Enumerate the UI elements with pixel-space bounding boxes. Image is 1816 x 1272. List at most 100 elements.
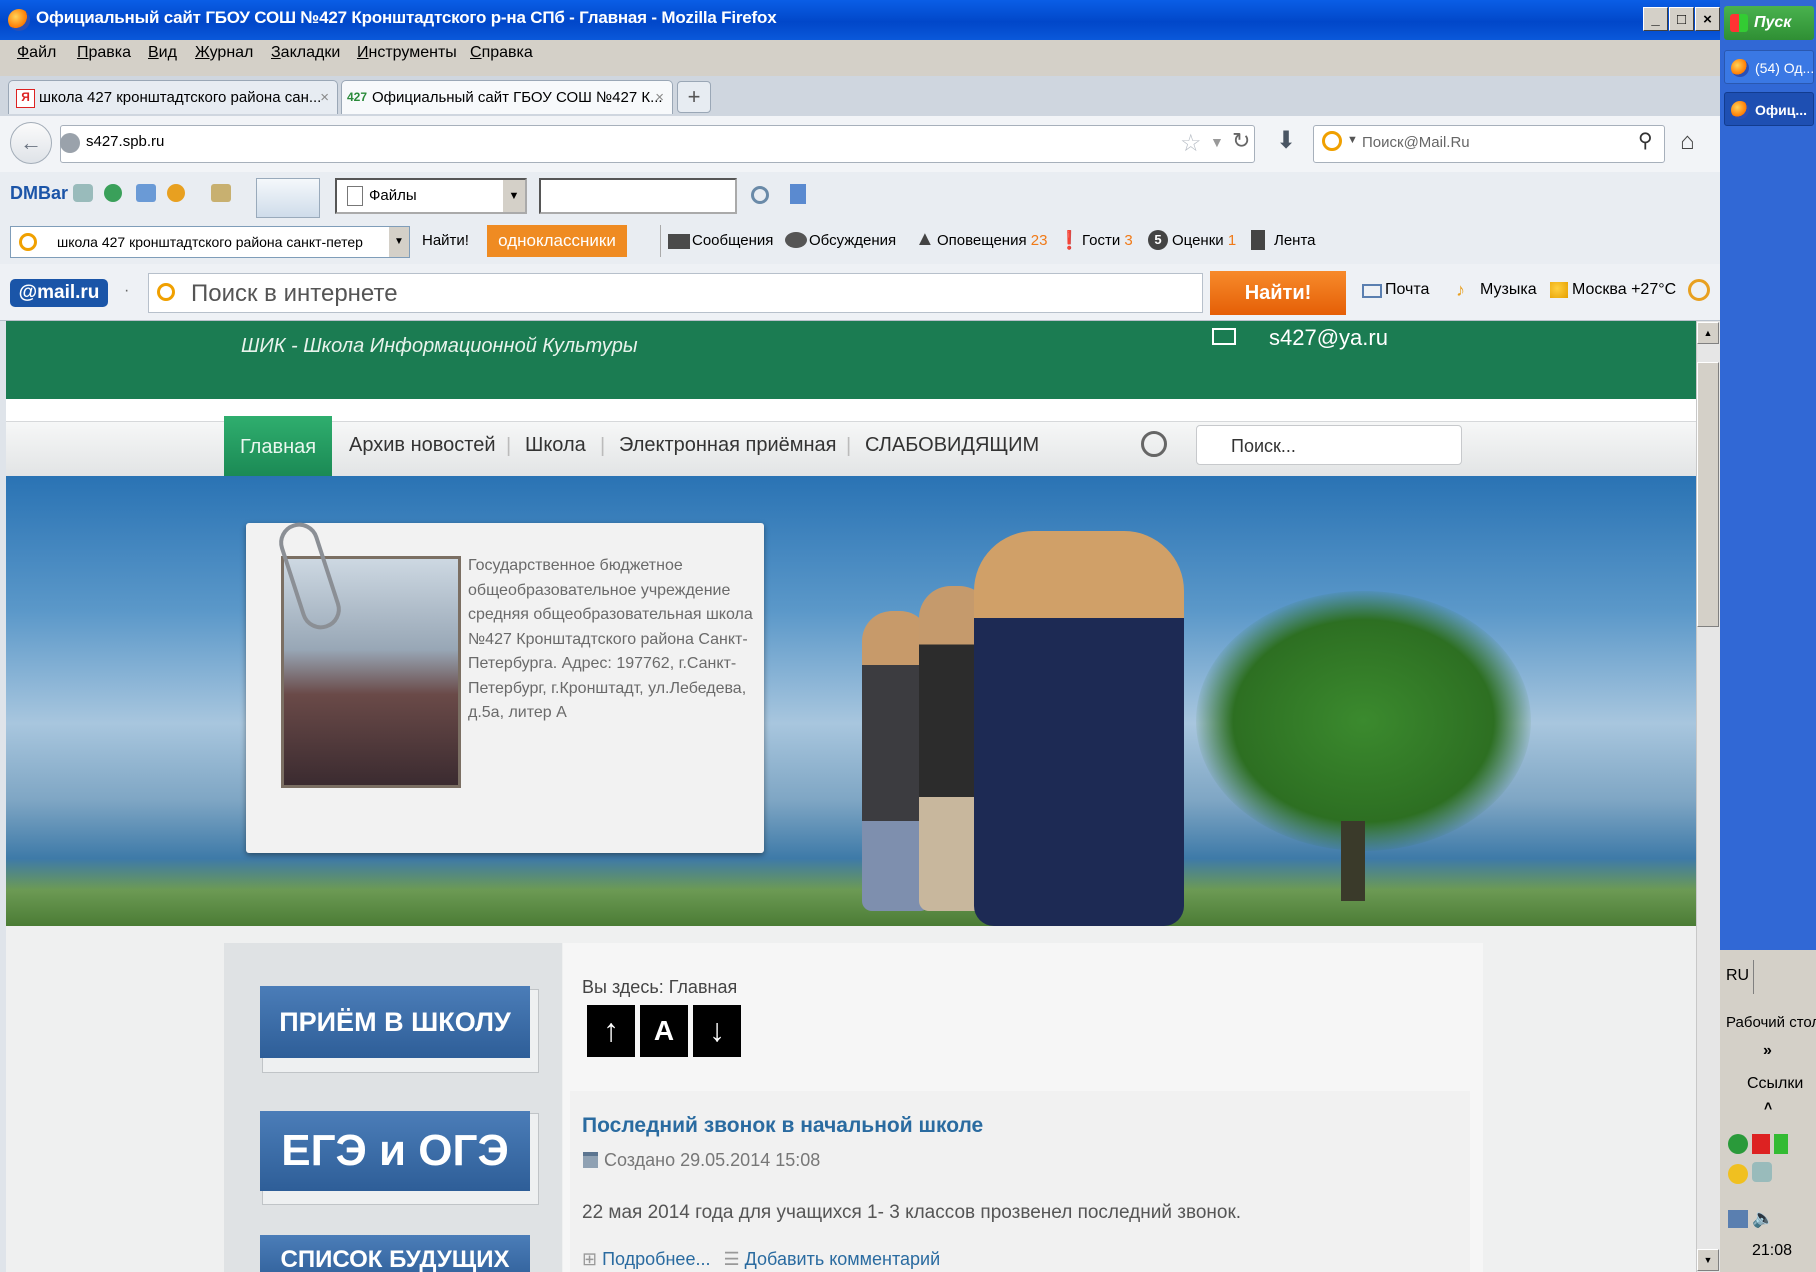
home-icon[interactable]: ⌂ — [1680, 128, 1695, 156]
mailru-search-icon — [157, 283, 175, 301]
taskbar-item-label: Офиц... — [1755, 102, 1808, 118]
nav-school[interactable]: Школа — [525, 434, 586, 457]
bookmark-star-icon[interactable]: ☆ — [1180, 129, 1202, 158]
search-bar-text[interactable]: Поиск@Mail.Ru — [1362, 134, 1470, 151]
settings-gear-icon[interactable] — [1688, 279, 1710, 301]
dropdown-icon[interactable]: ▼ — [1210, 134, 1224, 150]
mailru-search-placeholder: Поиск в интернете — [191, 280, 398, 307]
mailru-mail-link[interactable]: Почта — [1385, 281, 1429, 299]
font-decrease-button[interactable]: ↓ — [693, 1005, 741, 1057]
language-indicator[interactable]: RU — [1726, 967, 1749, 985]
start-button[interactable]: Пуск — [1724, 6, 1814, 40]
tab-school-site[interactable]: 427 Официальный сайт ГБОУ СОШ №427 К... … — [341, 80, 673, 114]
back-button[interactable]: ← — [10, 122, 52, 164]
maximize-button[interactable]: □ — [1669, 7, 1694, 31]
nav-separator: | — [506, 435, 512, 457]
close-button[interactable]: × — [1695, 7, 1720, 31]
pdf-tray-icon[interactable] — [1752, 1134, 1770, 1154]
info-icon[interactable] — [167, 184, 185, 202]
read-more-link[interactable]: Подробнее... — [602, 1249, 710, 1269]
nav-home[interactable]: Главная — [224, 416, 332, 476]
engine-dropdown-icon[interactable]: ▼ — [1347, 134, 1358, 146]
download-menu-icon[interactable] — [790, 184, 806, 204]
volume-icon[interactable]: 🔈 — [1752, 1208, 1774, 1229]
mailru-find-button[interactable]: Найти! — [1210, 271, 1346, 315]
future-list-button[interactable]: СПИСОК БУДУЩИХ — [260, 1235, 530, 1272]
mailru-music-link[interactable]: Музыка — [1480, 281, 1537, 299]
site-search-input[interactable]: Поиск... — [1196, 425, 1462, 465]
window-title: Официальный сайт ГБОУ СОШ №427 Кронштадт… — [36, 8, 777, 27]
tools-icon[interactable] — [211, 184, 231, 202]
admission-button[interactable]: ПРИЁМ В ШКОЛУ — [260, 986, 530, 1058]
download-tray-icon[interactable] — [1774, 1134, 1788, 1154]
file-icon — [347, 186, 363, 206]
tab-close-icon[interactable]: × — [320, 81, 329, 114]
site-tagline: ШИК - Школа Информационной Культуры — [241, 335, 638, 357]
network-icon[interactable] — [1728, 1210, 1748, 1228]
tab-label: школа 427 кронштадтского района сан... — [39, 89, 322, 106]
taskbar-item-ok[interactable]: (54) Од... — [1724, 50, 1814, 84]
taskbar-item-site[interactable]: Офиц... — [1724, 92, 1814, 126]
exam-button[interactable]: ЕГЭ и ОГЭ — [260, 1111, 530, 1191]
scroll-down-button[interactable]: ▼ — [1697, 1249, 1719, 1271]
tab-yandex-search[interactable]: Я школа 427 кронштадтского района сан...… — [8, 80, 338, 114]
tree-trunk — [1341, 821, 1365, 901]
mailru-logo[interactable]: @mail.ru — [10, 279, 108, 307]
puzzle-button[interactable] — [256, 178, 320, 218]
ok-find-button[interactable]: Найти! — [422, 232, 469, 249]
back-arrow-icon: ← — [20, 130, 42, 155]
links-toolbar[interactable]: Ссылки — [1747, 1075, 1803, 1093]
reload-icon[interactable]: ↻ — [1232, 128, 1250, 154]
ok-ratings[interactable]: Оценки 1 — [1172, 232, 1236, 249]
desktop-toolbar[interactable]: Рабочий стол — [1726, 1014, 1816, 1031]
menu-bookmarks[interactable]: Закладки — [271, 44, 340, 62]
menu-help[interactable]: Справка — [470, 44, 533, 62]
collapse-icon[interactable]: ˄ — [1764, 1098, 1772, 1114]
ok-search-field[interactable]: школа 427 кронштадтского района санкт-пе… — [10, 226, 410, 258]
tab-label: Официальный сайт ГБОУ СОШ №427 К... — [372, 89, 663, 106]
mailru-weather[interactable]: Москва +27°C — [1572, 281, 1676, 299]
menu-edit[interactable]: Правка — [77, 44, 131, 62]
scroll-up-button[interactable]: ▲ — [1697, 322, 1719, 344]
site-email[interactable]: s427@ya.ru — [1269, 325, 1388, 351]
menu-tools[interactable]: Инструменты — [357, 44, 457, 62]
article-title[interactable]: Последний звонок в начальной школе — [582, 1114, 983, 1138]
alert-tray-icon[interactable] — [1728, 1164, 1748, 1184]
ok-feed[interactable]: Лента — [1274, 232, 1316, 249]
ok-alerts[interactable]: Оповещения 23 — [937, 232, 1047, 249]
nav-low-vision[interactable]: СЛАБОВИДЯЩИМ — [865, 434, 1039, 457]
expand-chevron-icon[interactable]: » — [1763, 1042, 1772, 1060]
nav-e-reception[interactable]: Электронная приёмная — [619, 434, 836, 457]
tray-app-icon[interactable] — [1728, 1134, 1748, 1154]
font-increase-button[interactable]: ↑ — [587, 1005, 635, 1057]
search-icon[interactable] — [751, 186, 769, 204]
chat-tray-icon[interactable] — [1752, 1162, 1772, 1182]
pages-icon[interactable] — [136, 184, 156, 202]
nav-news-archive[interactable]: Архив новостей — [349, 434, 496, 457]
tab-close-icon[interactable]: × — [655, 81, 664, 114]
url-text[interactable]: s427.spb.ru — [86, 133, 164, 150]
search-icon[interactable]: ⚲ — [1638, 128, 1653, 153]
ok-guests[interactable]: Гости 3 — [1082, 232, 1133, 249]
new-tab-button[interactable]: + — [677, 81, 711, 113]
scroll-thumb[interactable] — [1697, 362, 1719, 627]
odnoklassniki-button[interactable]: одноклассники — [487, 225, 627, 257]
menu-view[interactable]: Вид — [148, 44, 177, 62]
minimize-button[interactable]: _ — [1643, 7, 1668, 31]
dropdown-arrow-icon[interactable]: ▼ — [389, 227, 409, 257]
download-icon[interactable]: ⬇ — [1276, 126, 1296, 155]
menu-history[interactable]: Журнал — [195, 44, 253, 62]
ok-messages[interactable]: Сообщения — [692, 232, 773, 249]
add-comment-link[interactable]: Добавить комментарий — [745, 1249, 941, 1269]
dmbar-input[interactable] — [539, 178, 737, 214]
mailru-search-input[interactable]: Поиск в интернете — [148, 273, 1203, 313]
divider — [1753, 960, 1754, 994]
url-bar[interactable] — [60, 125, 1255, 163]
search-icon[interactable] — [1141, 431, 1167, 457]
ok-discussions[interactable]: Обсуждения — [809, 232, 896, 249]
menu-file[interactable]: Файл — [17, 44, 56, 62]
chat-icon[interactable] — [73, 184, 93, 202]
dmbar-dropdown[interactable]: Файлы ▼ — [335, 178, 527, 214]
font-reset-button[interactable]: A — [640, 1005, 688, 1057]
plus-icon[interactable] — [104, 184, 122, 202]
